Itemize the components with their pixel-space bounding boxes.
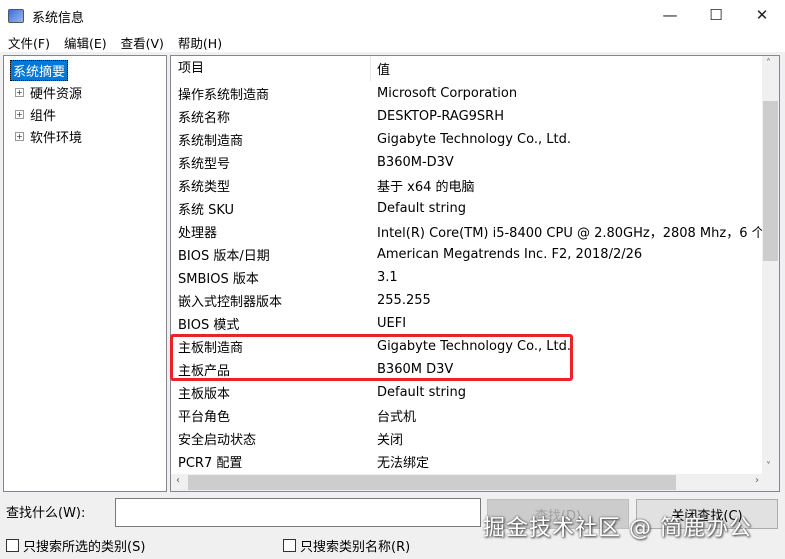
table-row[interactable]: SMBIOS 版本 3.1 xyxy=(171,266,778,289)
only-names-checkbox[interactable]: 只搜索类别名称(R) xyxy=(283,536,410,555)
row-value: DESKTOP-RAG9SRH xyxy=(377,109,504,124)
scroll-left-icon[interactable]: ‹ xyxy=(176,475,180,486)
row-value: American Megatrends Inc. F2, 2018/2/26 xyxy=(377,247,643,262)
row-item: SMBIOS 版本 xyxy=(178,272,259,287)
expand-icon[interactable]: + xyxy=(15,131,24,141)
checkbox-icon[interactable] xyxy=(283,539,296,552)
row-item: BIOS 模式 xyxy=(178,318,240,333)
column-header-item[interactable]: 项目 xyxy=(171,56,371,81)
expand-icon[interactable]: + xyxy=(15,109,24,119)
menu-view[interactable]: 查看(V) xyxy=(121,33,164,52)
table-row[interactable]: 安全启动状态 关闭 xyxy=(171,427,778,450)
title-bar: 系统信息 — ☐ ✕ xyxy=(0,0,785,32)
table-row[interactable]: 系统名称 DESKTOP-RAG9SRH xyxy=(171,105,778,128)
checkbox-icon[interactable] xyxy=(6,539,19,552)
find-input[interactable] xyxy=(115,498,481,527)
row-item: 系统名称 xyxy=(178,111,231,126)
table-row[interactable]: 主板版本 Default string xyxy=(171,381,778,404)
row-value: 关闭 xyxy=(377,433,404,448)
row-item: 主板版本 xyxy=(178,387,231,402)
table-row[interactable]: BIOS 版本/日期 American Megatrends Inc. F2, 2… xyxy=(171,243,778,266)
row-item: PCR7 配置 xyxy=(178,456,243,471)
only-selected-checkbox[interactable]: 只搜索所选的类别(S) xyxy=(6,536,145,555)
close-button[interactable]: ✕ xyxy=(739,0,785,30)
row-value: UEFI xyxy=(377,316,407,331)
find-label: 查找什么(W): xyxy=(6,506,86,521)
system-info-icon xyxy=(8,9,24,23)
minimize-button[interactable]: — xyxy=(647,0,693,30)
expand-icon[interactable]: + xyxy=(15,87,24,97)
row-item: 平台角色 xyxy=(178,410,231,425)
tree-item-system-summary[interactable]: 系统摘要 xyxy=(10,59,69,81)
horizontal-scrollbar[interactable]: ‹ › xyxy=(171,474,764,491)
maximize-button[interactable]: ☐ xyxy=(693,0,739,30)
horizontal-scroll-thumb[interactable] xyxy=(188,475,676,490)
table-row[interactable]: 系统类型 基于 x64 的电脑 xyxy=(171,174,778,197)
row-value: 台式机 xyxy=(377,410,417,425)
vertical-scroll-thumb[interactable] xyxy=(763,101,778,261)
row-value: Microsoft Corporation xyxy=(377,86,518,101)
menu-file[interactable]: 文件(F) xyxy=(8,33,50,52)
row-item: 嵌入式控制器版本 xyxy=(178,295,283,310)
details-table: 项目 值 操作系统制造商 Microsoft Corporation 系统名称 DES… xyxy=(170,55,780,492)
table-row[interactable]: PCR7 配置 无法绑定 xyxy=(171,450,778,473)
row-item: 系统型号 xyxy=(178,157,231,172)
table-row[interactable]: 系统制造商 Gigabyte Technology Co., Ltd. xyxy=(171,128,778,151)
column-header-value[interactable]: 值 xyxy=(371,59,390,78)
table-header: 项目 值 xyxy=(171,56,764,81)
row-item: 操作系统制造商 xyxy=(178,88,270,103)
highlight-box xyxy=(170,334,573,381)
row-value: Gigabyte Technology Co., Ltd. xyxy=(377,132,571,147)
row-value: Intel(R) Core(TM) i5-8400 CPU @ 2.80GHz，… xyxy=(377,226,778,241)
row-item: BIOS 版本/日期 xyxy=(178,249,270,264)
menu-bar: 文件(F) 编辑(E) 查看(V) 帮助(H) xyxy=(0,32,785,52)
window-title: 系统信息 xyxy=(32,10,85,26)
watermark: 掘金技术社区 @ 简鹿办公 xyxy=(483,516,752,541)
row-item: 系统类型 xyxy=(178,180,231,195)
row-item: 系统 SKU xyxy=(178,203,235,218)
scroll-up-icon[interactable]: ˄ xyxy=(766,58,771,69)
row-value: B360M-D3V xyxy=(377,155,454,170)
row-item: 处理器 xyxy=(178,226,218,241)
scroll-down-icon[interactable]: ˅ xyxy=(766,461,771,472)
row-value: Default string xyxy=(377,385,466,400)
table-row[interactable]: 平台角色 台式机 xyxy=(171,404,778,427)
table-row[interactable]: BIOS 模式 UEFI xyxy=(171,312,778,335)
row-value: 无法绑定 xyxy=(377,456,430,471)
table-row[interactable]: 系统 SKU Default string xyxy=(171,197,778,220)
vertical-scrollbar[interactable]: ˄ ˅ xyxy=(762,56,779,474)
row-value: 3.1 xyxy=(377,270,398,285)
tree-item-software[interactable]: 软件环境 xyxy=(30,127,82,146)
table-row[interactable]: 嵌入式控制器版本 255.255 xyxy=(171,289,778,312)
tree-item-hardware[interactable]: 硬件资源 xyxy=(30,83,82,102)
table-row[interactable]: 处理器 Intel(R) Core(TM) i5-8400 CPU @ 2.80G… xyxy=(171,220,778,243)
row-value: Default string xyxy=(377,201,466,216)
table-row[interactable]: 系统型号 B360M-D3V xyxy=(171,151,778,174)
menu-help[interactable]: 帮助(H) xyxy=(178,33,222,52)
menu-edit[interactable]: 编辑(E) xyxy=(64,33,107,52)
scroll-right-icon[interactable]: › xyxy=(755,475,759,486)
tree-item-components[interactable]: 组件 xyxy=(30,105,56,124)
row-item: 安全启动状态 xyxy=(178,433,257,448)
row-value: 基于 x64 的电脑 xyxy=(377,180,475,195)
row-value: 255.255 xyxy=(377,293,431,308)
table-row[interactable]: 操作系统制造商 Microsoft Corporation xyxy=(171,82,778,105)
only-selected-label: 只搜索所选的类别(S) xyxy=(23,540,146,555)
category-tree: 系统摘要 + 硬件资源 + 组件 + 软件环境 xyxy=(3,55,167,492)
only-names-label: 只搜索类别名称(R) xyxy=(300,540,411,555)
row-item: 系统制造商 xyxy=(178,134,244,149)
